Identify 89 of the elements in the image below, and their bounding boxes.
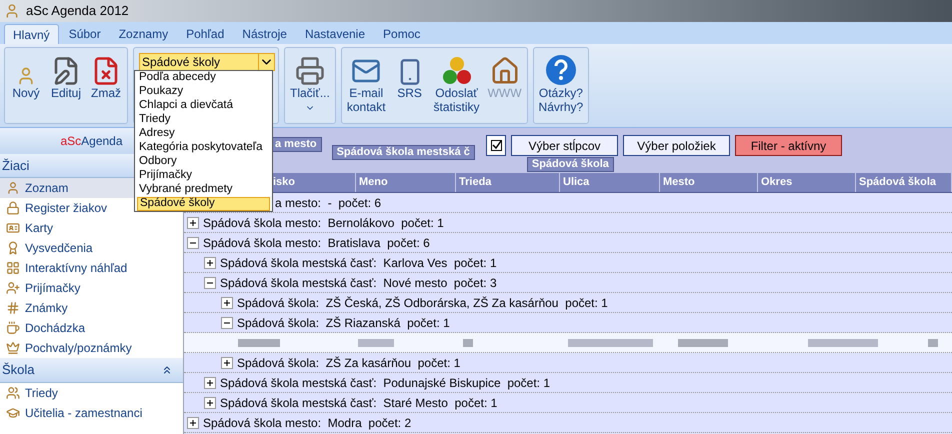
ribbon-button[interactable]: Tlačiť... [287,52,333,122]
combobox-value: Spádové školy [141,56,222,68]
cup-icon [6,321,20,335]
column-header[interactable]: Okres [758,173,856,192]
collapse-icon[interactable] [161,364,173,376]
group-row-label: Spádová škola mestská časť: Nové mesto počet: 3 [220,274,497,292]
panel-button[interactable]: Výber položiek [623,135,730,156]
dropdown-option[interactable]: Chlapci a dievčatá [137,99,270,113]
group-row-label: Spádová škola mestská časť: Staré Mesto počet: 1 [220,394,498,412]
grid-icon [6,261,20,275]
group-row-label: Spádová škola mesto: Modra počet: 2 [203,414,412,432]
group-row-label: Spádová škola mestská časť: Podunajské Biskupice počet: 1 [220,374,550,392]
plus-icon [206,258,214,266]
ribbon-tab[interactable]: Súbor [60,24,109,44]
group-row-label: Spádová škola mestská časť: Karlova Ves počet: 1 [220,254,497,272]
expander[interactable] [187,416,199,428]
panel-button[interactable]: Filter - aktívny [735,135,842,156]
column-header[interactable]: Spádová škola [856,173,952,192]
expander[interactable] [187,216,199,228]
dropdown-option[interactable]: Poukazy [137,85,270,99]
sidebar-item[interactable]: Prijímačky [0,278,183,298]
sidebar-item[interactable]: Pochvaly/poznámky [0,338,183,358]
crown-icon [6,341,20,355]
column-header[interactable]: Mesto [660,173,758,192]
expander[interactable] [187,236,199,248]
plus-icon [223,298,231,306]
ribbon-button[interactable]: Zmaž [87,52,125,122]
ribbon-button[interactable]: SRS [390,52,429,122]
plus-icon [206,398,214,406]
plus-icon [189,218,197,226]
colored-balls-icon [442,56,472,86]
plus-icon [223,358,231,366]
ribbon-tab[interactable]: Hlavný [4,24,59,44]
group-row-label: Spádová škola: ZŠ Za kasárňou počet: 1 [237,354,460,372]
expander[interactable] [204,396,216,408]
sidebar-item[interactable]: Karty [0,218,183,238]
ribbon-tab[interactable]: Zoznamy [110,24,176,44]
group-row-label: Spádová škola: ZŠ Česká, ZŠ Odborárska, ZŠ Za kasárňou počet: 1 [237,294,608,312]
ribbon-tab[interactable]: Pomoc [375,24,428,44]
ribbon-tab[interactable]: Nástroje [234,24,295,44]
expander[interactable] [204,376,216,388]
panel-button[interactable]: Výber stĺpcov [511,135,618,156]
house-icon [490,56,520,86]
checkmark-icon [490,140,502,151]
sidebar-item[interactable]: Triedy [0,383,183,403]
sidebar-item[interactable]: Interaktívny náhľad [0,258,183,278]
ribbon-button[interactable]: Edituj [47,52,85,122]
ribbon-button[interactable]: Nový [7,52,45,122]
teacher-icon [6,406,20,420]
ribbon-tab[interactable]: Nastavenie [296,24,374,44]
column-header[interactable]: Trieda [456,173,560,192]
sidebar-item[interactable]: Vysvedčenia [0,238,183,258]
help-icon [544,54,577,86]
app-icon [4,3,20,19]
expander[interactable] [204,276,216,288]
dropdown-option[interactable]: Spádové školy [137,197,270,211]
group-row-label: Spádová škola mesto: Bratislava počet: 6 [203,234,430,252]
ribbon-button[interactable]: Otázky? Návrhy? [536,52,586,122]
add-person-icon [6,281,20,295]
person-icon [6,181,20,195]
dropdown-option[interactable]: Podľa abecedy [137,71,270,85]
sidebar-item[interactable]: Učitelia - zamestnanci [0,403,183,423]
card-icon [6,221,20,235]
column-header[interactable]: Ulica [560,173,660,192]
expander[interactable] [204,256,216,268]
checkbox[interactable] [486,135,506,156]
printer-icon [294,56,325,86]
expander[interactable] [221,296,233,308]
award-icon [6,241,20,255]
ribbon-tab[interactable]: Pohľad [178,24,232,44]
expander[interactable] [221,316,233,328]
group-row-label: a mesto: - počet: 6 [275,194,382,212]
dropdown-option[interactable]: Triedy [137,113,270,127]
plus-icon [189,418,197,426]
people-icon [6,386,20,400]
numbers-icon [6,301,20,315]
expander[interactable] [221,356,233,368]
sidebar-item[interactable]: Dochádzka [0,318,183,338]
plus-icon [206,378,214,386]
view-combobox[interactable]: Spádové školy [139,53,275,71]
column-header[interactable]: Meno [356,173,456,192]
section-header[interactable]: Škola [0,358,183,383]
window-title: aSc Agenda 2012 [26,2,129,20]
ribbon-button[interactable]: E-mail kontakt [344,52,389,122]
group-row-label: Spádová škola: ZŠ Riazanská počet: 1 [237,314,450,332]
sidebar-item[interactable]: Známky [0,298,183,318]
lock-icon [6,201,20,215]
group-row-label: Spádová škola mesto: Bernolákovo počet: 1 [203,214,444,232]
ribbon-button[interactable]: Odoslať štatistiky [430,52,483,122]
